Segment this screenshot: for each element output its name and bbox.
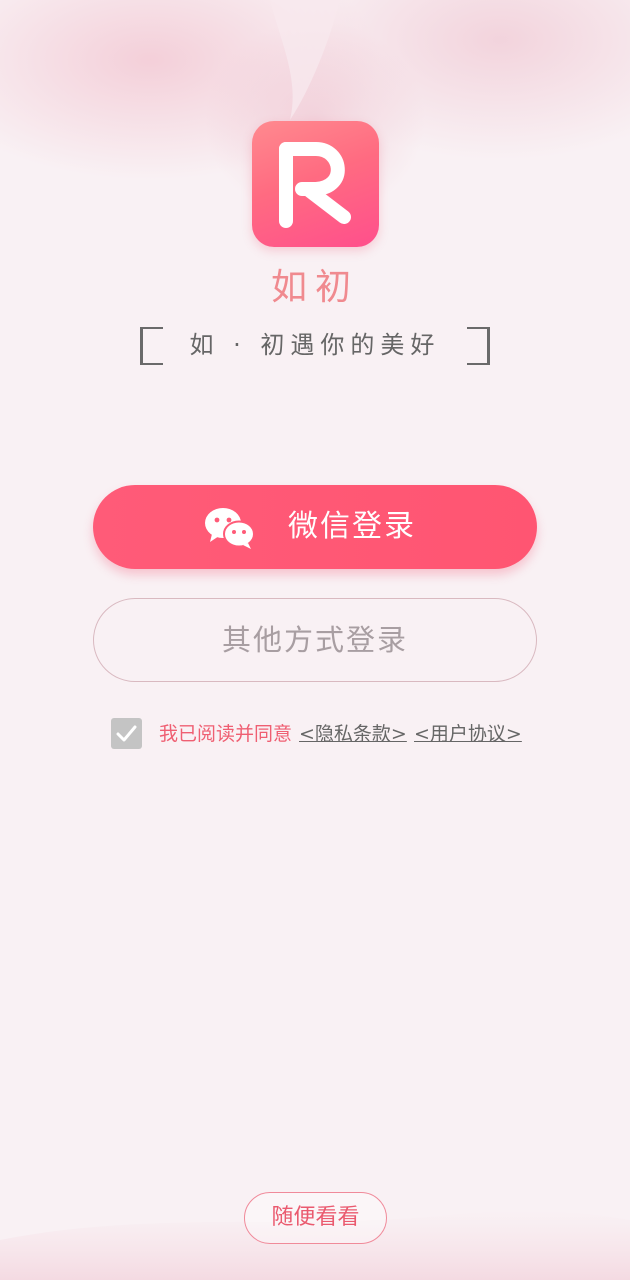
app-logo	[252, 121, 379, 247]
slogan-text: 如 · 初遇你的美好	[189, 331, 441, 359]
privacy-policy-link[interactable]: <隐私条款>	[299, 722, 407, 746]
check-icon	[116, 725, 137, 742]
wechat-login-label: 微信登录	[288, 509, 416, 544]
browse-label: 随便看看	[271, 1205, 360, 1230]
wechat-icon	[205, 508, 255, 549]
app-name: 如初	[270, 267, 359, 308]
agreement-checkbox[interactable]	[111, 718, 142, 749]
browse-button[interactable]: 随便看看	[244, 1192, 387, 1244]
slogan: 如 · 初遇你的美好	[138, 325, 492, 365]
agreement-text: 我已阅读并同意	[159, 723, 293, 745]
wechat-login-button[interactable]: 微信登录	[93, 485, 537, 569]
letter-r-logo-icon	[279, 142, 351, 228]
user-agreement-link[interactable]: <用户协议>	[414, 722, 522, 746]
right-bracket-icon	[467, 327, 490, 365]
other-login-label: 其他方式登录	[221, 623, 408, 657]
other-login-button[interactable]: 其他方式登录	[93, 598, 537, 682]
